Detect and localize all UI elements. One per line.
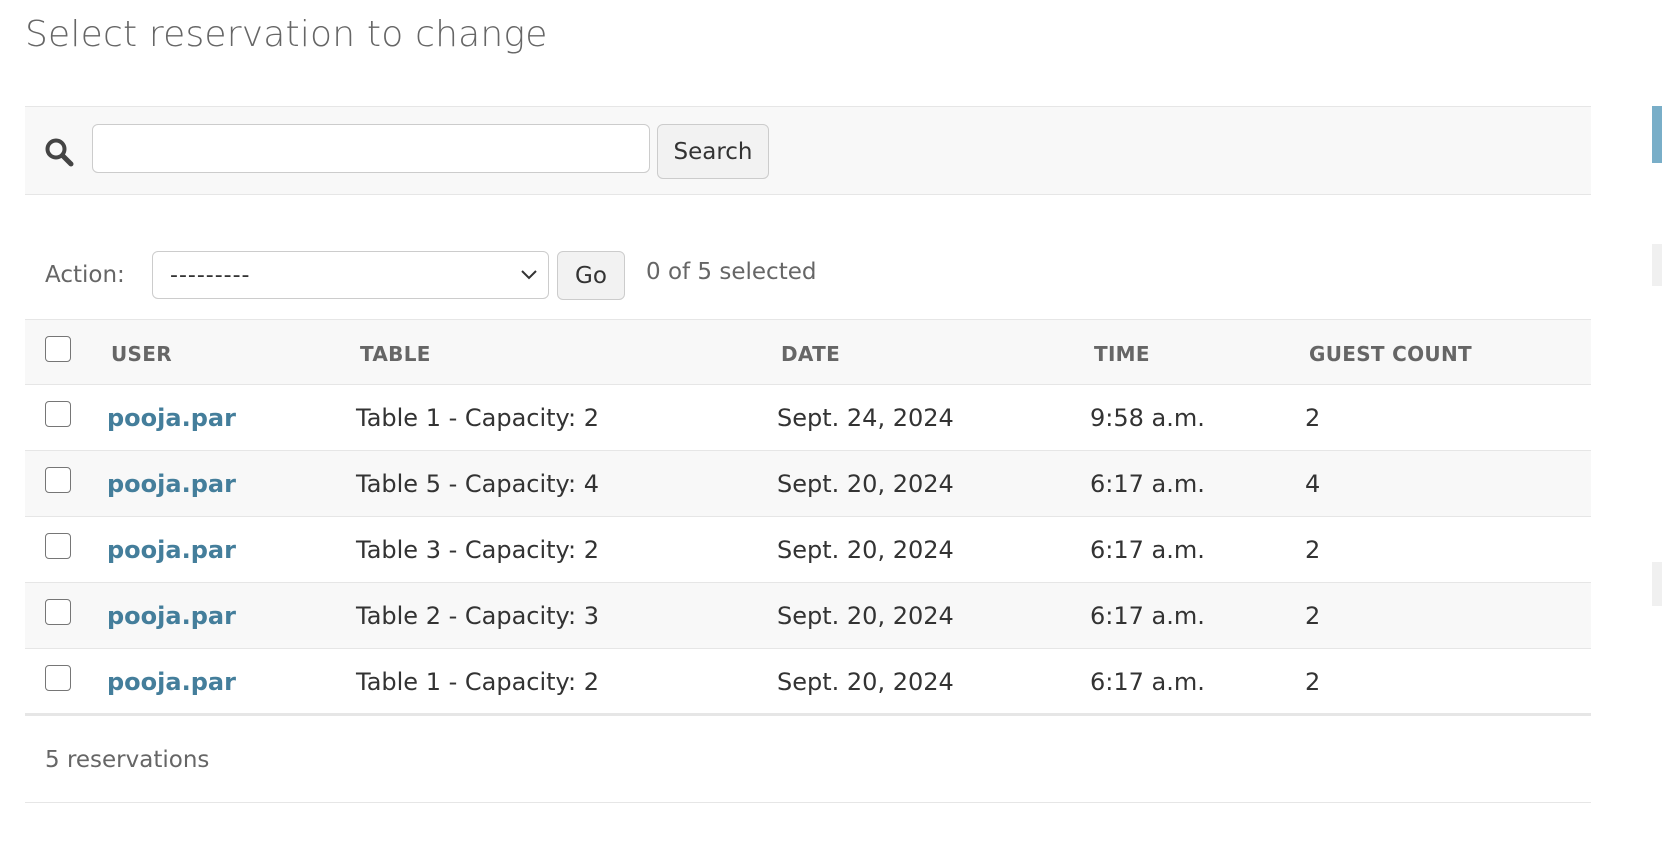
time-cell: 6:17 a.m.	[1090, 536, 1205, 564]
table-header: USER TABLE DATE TIME GUEST COUNT	[25, 319, 1591, 385]
table-cell: Table 1 - Capacity: 2	[356, 404, 599, 432]
search-button[interactable]: Search	[657, 124, 769, 179]
paginator: 5 reservations	[25, 719, 1591, 803]
search-input[interactable]	[92, 124, 650, 173]
action-select[interactable]: ---------	[152, 251, 549, 299]
select-all-checkbox[interactable]	[45, 336, 71, 362]
time-cell: 6:17 a.m.	[1090, 602, 1205, 630]
date-cell: Sept. 24, 2024	[777, 404, 954, 432]
selection-counter: 0 of 5 selected	[646, 259, 817, 285]
chevron-down-icon	[518, 266, 540, 284]
action-select-value: ---------	[170, 263, 251, 288]
row-checkbox[interactable]	[45, 467, 71, 493]
column-header-date[interactable]: DATE	[781, 342, 840, 366]
table-row: pooja.par Table 1 - Capacity: 2 Sept. 20…	[25, 649, 1591, 716]
table-row: pooja.par Table 1 - Capacity: 2 Sept. 24…	[25, 385, 1591, 451]
column-header-time[interactable]: TIME	[1094, 342, 1150, 366]
date-cell: Sept. 20, 2024	[777, 602, 954, 630]
table-cell: Table 2 - Capacity: 3	[356, 602, 599, 630]
search-icon	[44, 137, 74, 167]
table-cell: Table 5 - Capacity: 4	[356, 470, 599, 498]
results-table: USER TABLE DATE TIME GUEST COUNT pooja.p…	[25, 319, 1591, 716]
row-checkbox[interactable]	[45, 401, 71, 427]
guest-count-cell: 2	[1305, 668, 1321, 696]
guest-count-cell: 2	[1305, 602, 1321, 630]
date-cell: Sept. 20, 2024	[777, 668, 954, 696]
row-checkbox[interactable]	[45, 665, 71, 691]
date-cell: Sept. 20, 2024	[777, 536, 954, 564]
guest-count-cell: 2	[1305, 536, 1321, 564]
user-link[interactable]: pooja.par	[107, 602, 236, 630]
user-link[interactable]: pooja.par	[107, 536, 236, 564]
table-row: pooja.par Table 3 - Capacity: 2 Sept. 20…	[25, 517, 1591, 583]
time-cell: 6:17 a.m.	[1090, 470, 1205, 498]
guest-count-cell: 2	[1305, 404, 1321, 432]
scrollbar-track-segment	[1652, 562, 1662, 606]
result-count: 5 reservations	[45, 747, 210, 773]
date-cell: Sept. 20, 2024	[777, 470, 954, 498]
user-link[interactable]: pooja.par	[107, 668, 236, 696]
row-checkbox[interactable]	[45, 533, 71, 559]
column-header-user[interactable]: USER	[111, 342, 172, 366]
search-toolbar: Search	[25, 106, 1591, 195]
table-cell: Table 3 - Capacity: 2	[356, 536, 599, 564]
go-button[interactable]: Go	[557, 251, 625, 300]
row-checkbox[interactable]	[45, 599, 71, 625]
time-cell: 6:17 a.m.	[1090, 668, 1205, 696]
user-link[interactable]: pooja.par	[107, 404, 236, 432]
table-row: pooja.par Table 2 - Capacity: 3 Sept. 20…	[25, 583, 1591, 649]
table-cell: Table 1 - Capacity: 2	[356, 668, 599, 696]
page-title: Select reservation to change	[25, 14, 548, 55]
changelist-page: Select reservation to change Search Acti…	[0, 0, 1662, 856]
column-header-table[interactable]: TABLE	[360, 342, 431, 366]
guest-count-cell: 4	[1305, 470, 1321, 498]
user-link[interactable]: pooja.par	[107, 470, 236, 498]
time-cell: 9:58 a.m.	[1090, 404, 1205, 432]
action-label: Action:	[45, 262, 125, 288]
scrollbar-thumb[interactable]	[1652, 106, 1662, 163]
column-header-guest-count[interactable]: GUEST COUNT	[1309, 342, 1472, 366]
scrollbar-track-segment	[1652, 244, 1662, 286]
table-row: pooja.par Table 5 - Capacity: 4 Sept. 20…	[25, 451, 1591, 517]
actions-bar: Action: --------- Go 0 of 5 selected	[25, 250, 1591, 300]
